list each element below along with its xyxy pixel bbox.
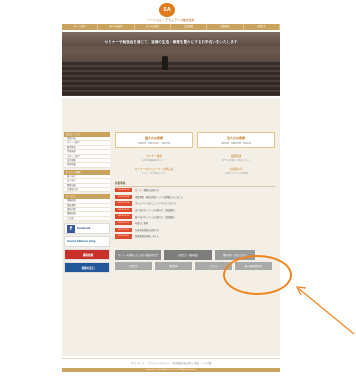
pointer-arrow-icon (295, 286, 355, 335)
